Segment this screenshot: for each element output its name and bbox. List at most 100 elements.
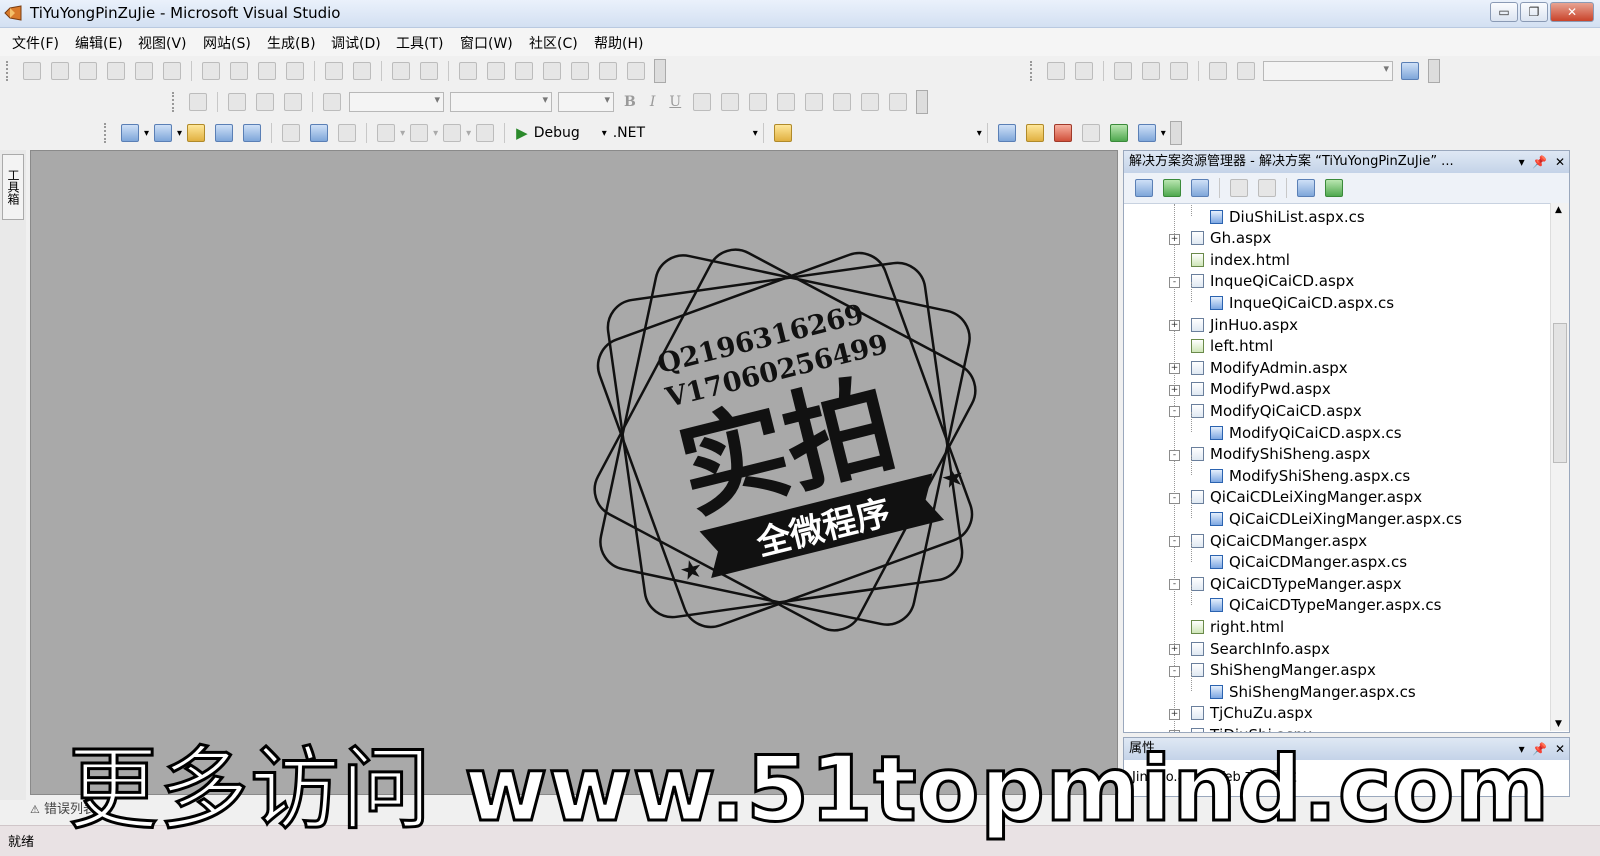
tree-item[interactable]: index.html xyxy=(1191,249,1290,270)
format-document-icon[interactable] xyxy=(1114,62,1132,80)
tree-item[interactable]: ModifyShiSheng.aspx.cs xyxy=(1210,465,1410,486)
save-all-icon[interactable] xyxy=(243,124,262,142)
tree-item[interactable]: ModifyShiSheng.aspx xyxy=(1191,444,1370,465)
dropdown-arrow-icon[interactable]: ▾ xyxy=(144,128,149,139)
tab-order-icon[interactable] xyxy=(599,62,617,80)
tree-item[interactable]: QiCaiCDManger.aspx.cs xyxy=(1210,552,1407,573)
toolbar-grip[interactable] xyxy=(104,123,110,143)
lock-controls-icon[interactable] xyxy=(571,62,589,80)
dropdown-arrow-icon[interactable]: ▾ xyxy=(466,128,471,139)
align-bottoms-icon[interactable] xyxy=(163,62,181,80)
menu-file[interactable]: 文件(F) xyxy=(12,33,59,53)
find-icon[interactable] xyxy=(997,124,1016,142)
refresh-icon[interactable] xyxy=(1163,179,1181,197)
window-position-icon[interactable]: ▾ xyxy=(1519,155,1525,169)
increase-decimal-icon[interactable] xyxy=(861,93,880,111)
tree-item[interactable]: QiCaiCDLeiXingManger.aspx xyxy=(1191,487,1422,508)
menu-tools[interactable]: 工具(T) xyxy=(396,33,443,53)
horizontal-spacing-icon[interactable] xyxy=(325,62,343,80)
expand-icon[interactable]: + xyxy=(1169,233,1180,245)
comment-icon[interactable] xyxy=(1209,62,1227,80)
uncomment-icon[interactable] xyxy=(1237,62,1255,80)
solution-tree[interactable]: DiuShiList.aspx.cs Gh.aspx + index.html Inqu… xyxy=(1124,204,1569,732)
menu-website[interactable]: 网站(S) xyxy=(203,33,251,53)
tree-item[interactable]: Gh.aspx xyxy=(1191,228,1271,249)
expand-icon[interactable]: + xyxy=(1169,384,1180,396)
dropdown-arrow-icon[interactable]: ▾ xyxy=(177,128,182,139)
expand-icon[interactable]: + xyxy=(1169,708,1180,720)
scroll-up-icon[interactable]: ▲ xyxy=(1555,205,1562,215)
toolbar-grip[interactable] xyxy=(6,61,12,81)
bold-button[interactable]: B xyxy=(624,94,636,110)
menu-community[interactable]: 社区(C) xyxy=(529,33,578,53)
font-name-dropdown[interactable] xyxy=(450,92,552,112)
save-icon[interactable] xyxy=(215,124,234,142)
menu-debug[interactable]: 调试(D) xyxy=(331,33,381,53)
find-dropdown-arrow-icon[interactable]: ▾ xyxy=(977,128,982,139)
cut-icon[interactable] xyxy=(282,124,301,142)
align-lefts-icon[interactable] xyxy=(23,62,41,80)
find-in-files-icon[interactable] xyxy=(773,124,792,142)
toolbar-overflow-icon[interactable] xyxy=(916,90,929,114)
size-to-grid-icon[interactable] xyxy=(286,62,304,80)
copy-icon[interactable] xyxy=(310,124,329,142)
outdent-icon[interactable] xyxy=(1170,62,1188,80)
apply-style-icon[interactable] xyxy=(228,93,246,111)
collapse-icon[interactable]: - xyxy=(1169,579,1180,591)
underline-button[interactable]: U xyxy=(669,94,681,110)
tree-item[interactable]: ShiShengManger.aspx xyxy=(1191,660,1376,681)
align-tops-icon[interactable] xyxy=(107,62,125,80)
dropdown-arrow-icon[interactable]: ▾ xyxy=(1161,128,1166,139)
italic-button[interactable]: I xyxy=(650,94,656,110)
start-page-icon[interactable] xyxy=(1109,124,1128,142)
expand-icon[interactable]: + xyxy=(1169,363,1180,375)
menu-help[interactable]: 帮助(H) xyxy=(594,33,643,53)
paste-icon[interactable] xyxy=(338,124,357,142)
tree-item[interactable]: ModifyQiCaiCD.aspx xyxy=(1191,400,1362,421)
dropdown-arrow-icon[interactable]: ▾ xyxy=(602,128,607,139)
panel-close-icon[interactable]: ✕ xyxy=(1555,155,1565,169)
command-window-icon[interactable] xyxy=(1137,124,1156,142)
align-centers-icon[interactable] xyxy=(51,62,69,80)
properties-window-icon[interactable] xyxy=(1053,124,1072,142)
tree-item[interactable]: SearchInfo.aspx xyxy=(1191,638,1330,659)
new-project-icon[interactable] xyxy=(121,124,139,142)
tree-item[interactable]: QiCaiCDLeiXingManger.aspx.cs xyxy=(1210,508,1462,529)
vertical-spacing-icon[interactable] xyxy=(392,62,410,80)
collapse-icon[interactable]: - xyxy=(1169,536,1180,547)
start-debugging-icon[interactable]: ▶ xyxy=(516,124,528,142)
send-to-back-icon[interactable] xyxy=(543,62,561,80)
undo-icon[interactable] xyxy=(377,124,396,142)
collapse-icon[interactable]: - xyxy=(1169,665,1180,677)
bubble-icon[interactable] xyxy=(627,62,645,80)
toolbox-tab[interactable]: 工具箱 xyxy=(2,154,24,220)
menu-edit[interactable]: 编辑(E) xyxy=(75,33,123,53)
increase-spacing-icon[interactable] xyxy=(353,62,371,80)
vertical-scrollbar[interactable]: ▲ ▼ xyxy=(1550,203,1569,731)
expand-icon[interactable]: + xyxy=(1169,644,1180,655)
target-schema-dropdown[interactable] xyxy=(1263,61,1393,81)
solution-explorer-icon[interactable] xyxy=(1025,124,1044,142)
tree-item[interactable]: ShiShengManger.aspx.cs xyxy=(1210,681,1416,702)
tree-item[interactable]: JinHuo.aspx xyxy=(1191,314,1298,335)
center-vertically-icon[interactable] xyxy=(487,62,505,80)
decrease-spacing-icon[interactable] xyxy=(420,62,438,80)
bring-to-front-icon[interactable] xyxy=(515,62,533,80)
indent-icon[interactable] xyxy=(1142,62,1160,80)
restore-button[interactable]: ❐ xyxy=(1520,2,1548,22)
toolbar-grip[interactable] xyxy=(172,92,178,112)
solution-configuration-dropdown[interactable]: Debug xyxy=(534,125,602,141)
properties-icon[interactable] xyxy=(1135,179,1153,197)
collapse-icon[interactable]: - xyxy=(1169,406,1180,418)
center-horizontally-icon[interactable] xyxy=(459,62,477,80)
toolbar-grip[interactable] xyxy=(1030,61,1036,81)
toolbox-window-icon[interactable] xyxy=(1081,124,1100,142)
tree-item[interactable]: TjChuZu.aspx xyxy=(1191,703,1313,724)
platform-dropdown[interactable]: .NET xyxy=(613,125,753,141)
decrease-decimal-icon[interactable] xyxy=(889,93,908,111)
tree-item[interactable]: DiuShiList.aspx.cs xyxy=(1210,206,1365,227)
collapse-icon[interactable]: - xyxy=(1169,276,1180,288)
scroll-down-icon[interactable]: ▼ xyxy=(1555,719,1562,729)
toolbar-overflow-icon[interactable] xyxy=(1169,121,1182,145)
align-right-text-icon[interactable] xyxy=(749,93,768,111)
